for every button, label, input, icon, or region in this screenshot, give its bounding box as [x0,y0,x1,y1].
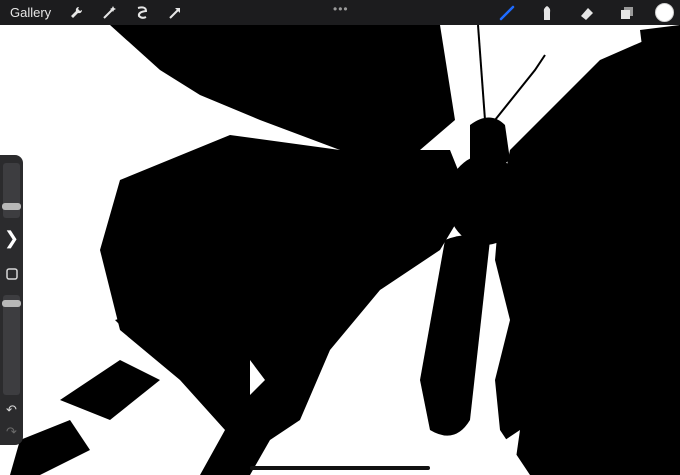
redo-icon[interactable]: ↷ [2,423,21,441]
layers-icon[interactable] [615,1,639,25]
brush-icon[interactable] [495,1,519,25]
opacity-thumb[interactable] [2,300,21,307]
undo-icon[interactable]: ↶ [2,401,21,419]
eraser-icon[interactable] [575,1,599,25]
wrench-icon[interactable] [65,2,87,24]
more-options-icon[interactable]: ••• [333,2,349,16]
brush-size-thumb[interactable] [2,203,21,210]
transform-icon[interactable] [164,2,186,24]
color-picker-swatch[interactable] [655,3,674,22]
brush-size-slider[interactable] [2,163,21,218]
eyedropper-square-icon[interactable] [2,265,21,283]
gallery-button[interactable]: Gallery [10,5,51,20]
opacity-slider[interactable] [2,295,21,395]
home-indicator[interactable] [250,466,430,470]
magic-wand-icon[interactable] [98,2,120,24]
smudge-icon[interactable] [535,1,559,25]
drawing-canvas[interactable] [0,0,680,475]
top-toolbar: Gallery ••• [0,0,680,25]
left-sidebar: ❯ ↶ ↷ [0,155,23,445]
modify-chevron-icon[interactable]: ❯ [2,227,21,249]
selection-icon[interactable] [131,2,153,24]
